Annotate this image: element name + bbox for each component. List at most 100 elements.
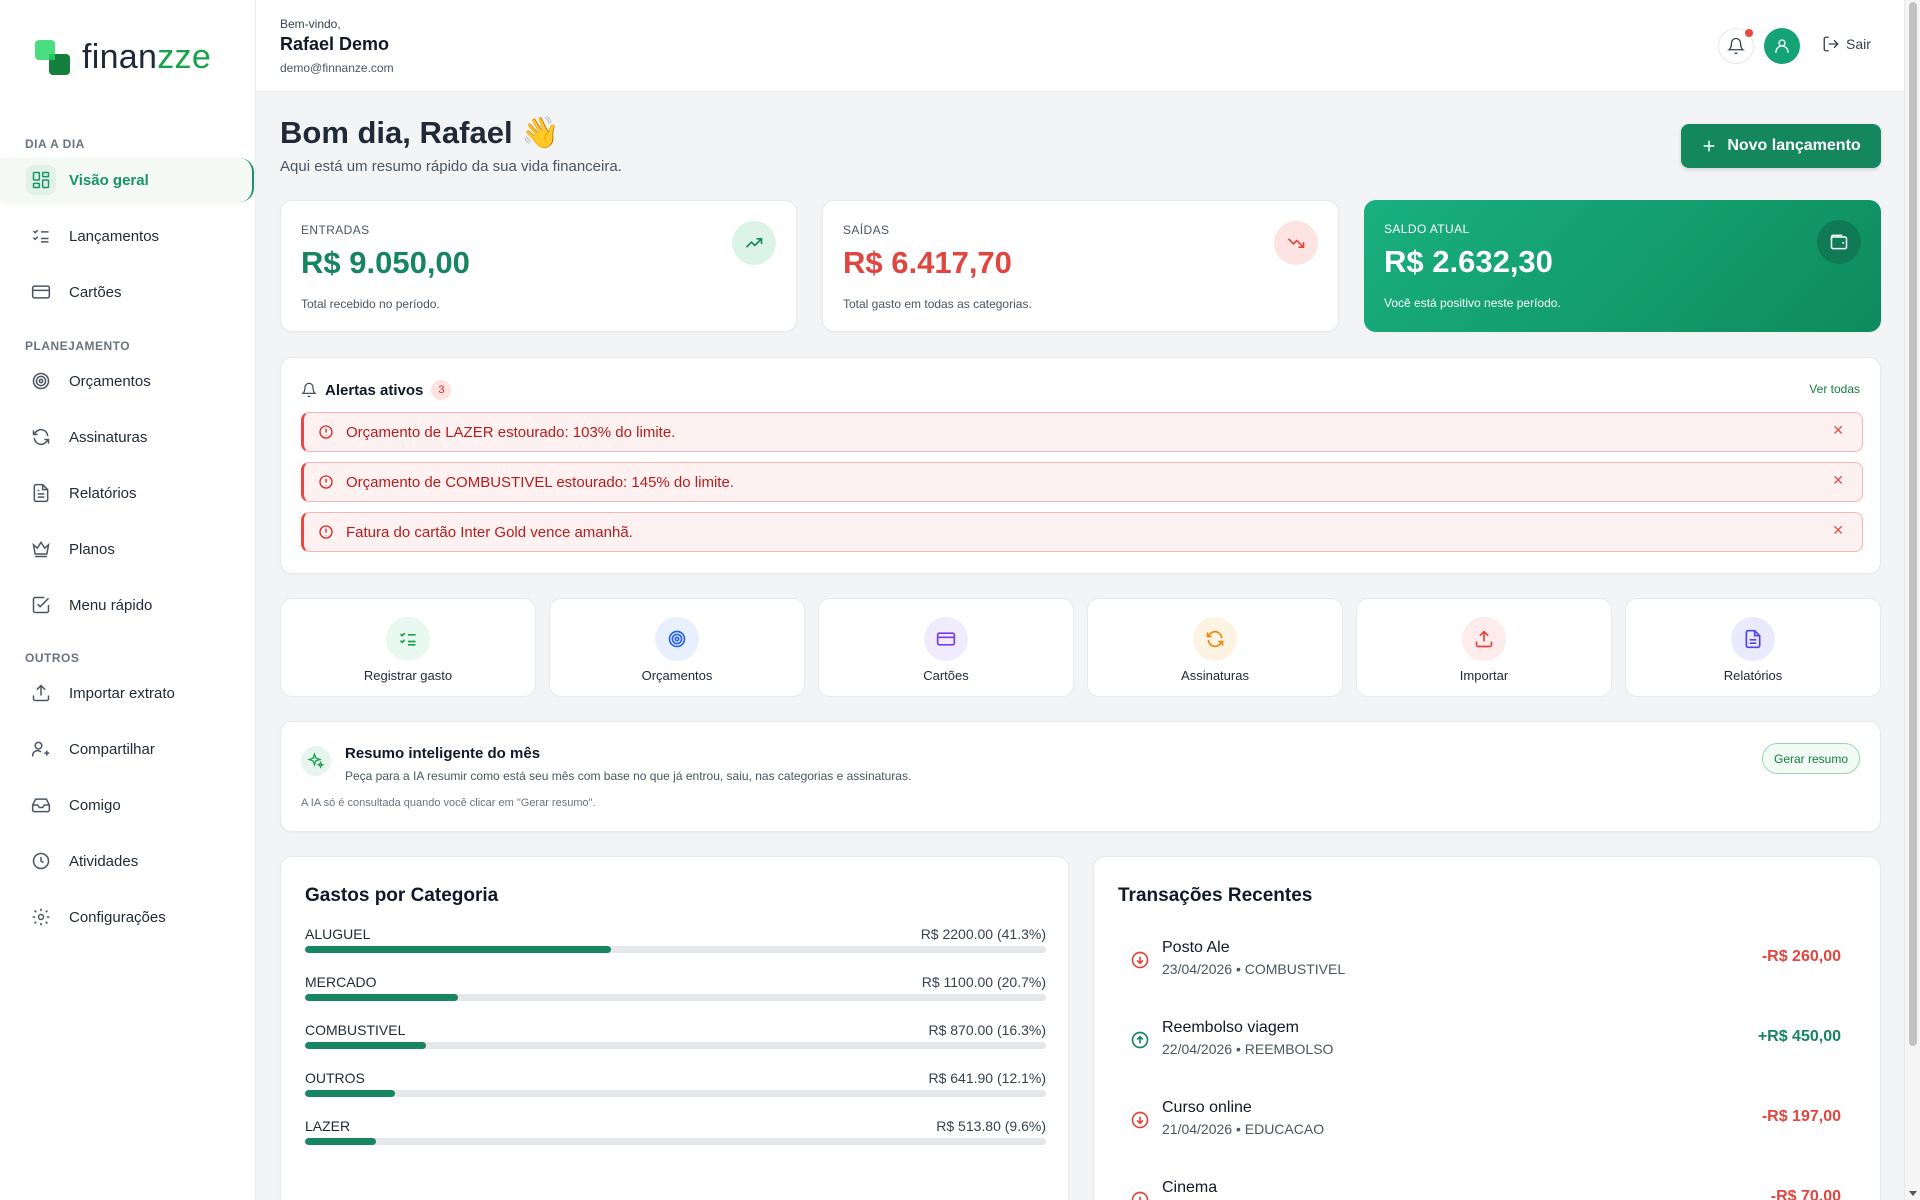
transaction-name: Posto Ale bbox=[1162, 939, 1230, 956]
avatar[interactable] bbox=[1764, 28, 1800, 64]
scroll-down-arrow[interactable] bbox=[1909, 1191, 1917, 1196]
quick-action-importar[interactable]: Importar bbox=[1356, 598, 1612, 697]
file-text-icon bbox=[1731, 617, 1775, 661]
gear-icon bbox=[32, 908, 50, 926]
quick-action-label: Orçamentos bbox=[641, 668, 713, 683]
transaction-name: Reembolso viagem bbox=[1162, 1019, 1299, 1036]
wallet-icon bbox=[1817, 220, 1861, 264]
target-icon bbox=[32, 372, 50, 390]
notification-dot bbox=[1745, 29, 1753, 37]
alert-text: Orçamento de LAZER estourado: 103% do li… bbox=[346, 423, 676, 441]
crown-icon bbox=[32, 540, 50, 558]
bell-icon bbox=[301, 382, 317, 398]
sidebar-item-assinaturas[interactable]: Assinaturas bbox=[25, 415, 253, 459]
transaction-row[interactable]: Reembolso viagem 22/04/2026 • REEMBOLSO +R… bbox=[1118, 1019, 1853, 1079]
alert-text: Fatura do cartão Inter Gold vence amanhã… bbox=[346, 523, 633, 541]
arrow-down-circle-icon bbox=[1131, 951, 1149, 969]
alerts-count-badge: 3 bbox=[431, 380, 452, 400]
alert-item: Fatura do cartão Inter Gold vence amanhã… bbox=[301, 512, 1863, 552]
file-text-icon bbox=[33, 483, 49, 503]
expense-card: SAÍDAS R$ 6.417,70 Total gasto em todas … bbox=[822, 200, 1339, 332]
quick-action-cartoes[interactable]: Cartões bbox=[818, 598, 1074, 697]
transaction-amount: -R$ 260,00 bbox=[1761, 948, 1841, 965]
transaction-row[interactable]: Cinema -R$ 70,00 bbox=[1118, 1179, 1853, 1200]
transaction-row[interactable]: Posto Ale 23/04/2026 • COMBUSTIVEL -R$ 260… bbox=[1118, 939, 1853, 999]
section-title-outros: OUTROS bbox=[25, 651, 80, 665]
inbox-icon bbox=[31, 798, 51, 813]
sidebar-item-compartilhar[interactable]: Compartilhar bbox=[25, 727, 253, 771]
category-name: MERCADO bbox=[305, 974, 377, 990]
category-progress-fill bbox=[305, 946, 612, 953]
sidebar-item-comigo[interactable]: Comigo bbox=[25, 783, 253, 827]
income-label: ENTRADAS bbox=[301, 223, 370, 237]
category-value: R$ 1100.00 (20.7%) bbox=[921, 974, 1046, 990]
close-icon[interactable]: ✕ bbox=[1832, 422, 1844, 439]
generate-summary-button[interactable]: Gerar resumo bbox=[1762, 743, 1860, 774]
sidebar-item-configuracoes[interactable]: Configurações bbox=[25, 895, 253, 939]
alert-circle-icon bbox=[319, 525, 333, 539]
welcome-text: Bem-vindo, bbox=[280, 17, 341, 31]
page-scrollbar[interactable] bbox=[1904, 0, 1920, 1200]
income-desc: Total recebido no período. bbox=[301, 297, 440, 311]
sparkles-icon bbox=[301, 746, 331, 776]
clock-icon bbox=[32, 852, 50, 870]
category-value: R$ 513.80 (9.6%) bbox=[936, 1118, 1046, 1134]
alerts-panel: Alertas ativos 3 Ver todas Orçamento de … bbox=[280, 357, 1881, 574]
sidebar-item-visao-geral[interactable]: Visão geral bbox=[0, 158, 254, 202]
sidebar-item-menu-rapido[interactable]: Menu rápido bbox=[25, 583, 253, 627]
quick-action-label: Importar bbox=[1459, 668, 1509, 683]
category-value: R$ 641.90 (12.1%) bbox=[928, 1070, 1046, 1086]
arrow-down-circle-icon bbox=[1131, 1191, 1149, 1200]
ai-summary-note: A IA só é consultada quando você clicar … bbox=[301, 797, 596, 809]
brand-logo[interactable]: finanzze bbox=[34, 38, 211, 77]
income-value: R$ 9.050,00 bbox=[301, 245, 470, 280]
logout-button[interactable]: Sair bbox=[1822, 35, 1871, 53]
expense-desc: Total gasto em todas as categorias. bbox=[843, 297, 1032, 311]
close-icon[interactable]: ✕ bbox=[1832, 472, 1844, 489]
transactions-panel: Transações Recentes Posto Ale 23/04/2026 … bbox=[1093, 856, 1881, 1200]
sidebar-item-label: Visão geral bbox=[69, 171, 149, 189]
logo-text: finanzze bbox=[82, 38, 212, 76]
transaction-amount: +R$ 450,00 bbox=[1757, 1028, 1841, 1045]
sidebar-item-label: Planos bbox=[69, 540, 115, 558]
close-icon[interactable]: ✕ bbox=[1832, 522, 1844, 539]
transaction-name: Cinema bbox=[1162, 1179, 1218, 1196]
sidebar-item-label: Comigo bbox=[69, 796, 121, 814]
quick-action-label: Registrar gasto bbox=[363, 668, 453, 683]
alert-item: Orçamento de COMBUSTIVEL estourado: 145%… bbox=[301, 462, 1863, 502]
category-progress-track bbox=[305, 1042, 1046, 1049]
category-row: LAZER R$ 513.80 (9.6%) bbox=[305, 1118, 1046, 1154]
scrollbar-thumb[interactable] bbox=[1909, 2, 1917, 1046]
sidebar-item-importar-extrato[interactable]: Importar extrato bbox=[25, 671, 253, 715]
page-subtitle: Aqui está um resumo rápido da sua vida f… bbox=[280, 158, 622, 175]
quick-action-registrar-gasto[interactable]: Registrar gasto bbox=[280, 598, 536, 697]
sidebar-item-relatorios[interactable]: Relatórios bbox=[25, 471, 253, 515]
alerts-header: Alertas ativos 3 bbox=[301, 380, 452, 400]
transaction-row[interactable]: Curso online 21/04/2026 • EDUCACAO -R$ 197… bbox=[1118, 1099, 1853, 1159]
sidebar-item-orcamentos[interactable]: Orçamentos bbox=[25, 359, 253, 403]
category-row: MERCADO R$ 1100.00 (20.7%) bbox=[305, 974, 1046, 1010]
transaction-meta: 21/04/2026 • EDUCACAO bbox=[1162, 1121, 1325, 1137]
user-email: demo@finnanze.com bbox=[280, 61, 394, 75]
quick-action-relatorios[interactable]: Relatórios bbox=[1625, 598, 1881, 697]
category-name: COMBUSTIVEL bbox=[305, 1022, 406, 1038]
notifications-button[interactable] bbox=[1718, 28, 1754, 64]
income-card: ENTRADAS R$ 9.050,00 Total recebido no p… bbox=[280, 200, 797, 332]
see-all-link[interactable]: Ver todas bbox=[1809, 382, 1860, 396]
list-check-icon bbox=[386, 617, 430, 661]
upload-icon bbox=[1462, 617, 1506, 661]
quick-action-orcamentos[interactable]: Orçamentos bbox=[549, 598, 805, 697]
sidebar-item-cartoes[interactable]: Cartões bbox=[25, 270, 253, 314]
balance-label: SALDO ATUAL bbox=[1384, 222, 1470, 236]
balance-desc: Você está positivo neste período. bbox=[1384, 296, 1561, 310]
sidebar-item-atividades[interactable]: Atividades bbox=[25, 839, 253, 883]
refresh-icon bbox=[1193, 617, 1237, 661]
quick-action-assinaturas[interactable]: Assinaturas bbox=[1087, 598, 1343, 697]
sidebar-item-planos[interactable]: Planos bbox=[25, 527, 253, 571]
new-entry-button[interactable]: Novo lançamento bbox=[1681, 124, 1881, 168]
category-name: LAZER bbox=[305, 1118, 351, 1134]
credit-card-icon bbox=[31, 285, 51, 299]
sidebar-item-lancamentos[interactable]: Lançamentos bbox=[25, 214, 253, 258]
ai-summary-panel: Resumo inteligente do mês Peça para a IA… bbox=[280, 721, 1881, 832]
balance-card: SALDO ATUAL R$ 2.632,30 Você está positi… bbox=[1364, 200, 1881, 332]
